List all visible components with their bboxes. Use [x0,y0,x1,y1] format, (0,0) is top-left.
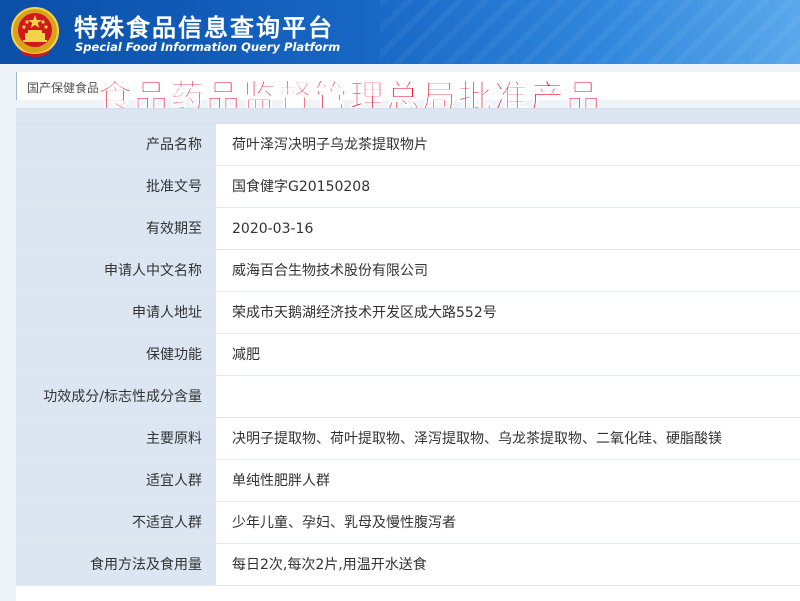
field-value: 荣成市天鹅湖经济技术开发区成大路552号 [216,292,800,333]
field-value: 国食健字G20150208 [216,166,800,207]
detail-row-functional-ingredients: 功效成分/标志性成分含量 [16,376,800,418]
field-label: 功效成分/标志性成分含量 [16,376,216,417]
detail-row-main-ingredients: 主要原料 决明子提取物、荷叶提取物、泽泻提取物、乌龙茶提取物、二氧化硅、硬脂酸镁 [16,418,800,460]
site-subtitle: Special Food Information Query Platform [75,40,341,54]
field-value [216,376,800,417]
field-label: 保健功能 [16,334,216,375]
field-value: 威海百合生物技术股份有限公司 [216,250,800,291]
breadcrumb[interactable]: 国产保健食品 [27,79,99,96]
field-label: 产品名称 [16,124,216,165]
detail-row-health-function: 保健功能 减肥 [16,334,800,376]
field-value: 决明子提取物、荷叶提取物、泽泻提取物、乌龙茶提取物、二氧化硅、硬脂酸镁 [216,418,800,459]
detail-row-valid-until: 有效期至 2020-03-16 [16,208,800,250]
header-pattern [380,0,800,64]
field-label: 有效期至 [16,208,216,249]
detail-row-approval-number: 批准文号 国食健字G20150208 [16,166,800,208]
detail-row-product-name: 产品名称 荷叶泽泻决明子乌龙茶提取物片 [16,124,800,166]
site-title: 特殊食品信息查询平台 [74,14,334,42]
panel-top-strip [16,109,800,124]
field-value: 每日2次,每次2片,用温开水送食 [216,544,800,585]
national-emblem-icon[interactable] [10,6,60,58]
field-label: 主要原料 [16,418,216,459]
field-value: 减肥 [216,334,800,375]
field-value: 少年儿童、孕妇、乳母及慢性腹泻者 [216,502,800,543]
field-label: 适宜人群 [16,460,216,501]
detail-row-suitable-population: 适宜人群 单纯性肥胖人群 [16,460,800,502]
field-label: 批准文号 [16,166,216,207]
site-header: 特殊食品信息查询平台 Special Food Information Quer… [0,0,800,64]
detail-row-dosage: 食用方法及食用量 每日2次,每次2片,用温开水送食 [16,544,800,586]
field-label: 食用方法及食用量 [16,544,216,585]
field-value: 单纯性肥胖人群 [216,460,800,501]
field-value: 2020-03-16 [216,208,800,249]
detail-row-applicant-name: 申请人中文名称 威海百合生物技术股份有限公司 [16,250,800,292]
detail-row-applicant-address: 申请人地址 荣成市天鹅湖经济技术开发区成大路552号 [16,292,800,334]
detail-row-unsuitable-population: 不适宜人群 少年儿童、孕妇、乳母及慢性腹泻者 [16,502,800,544]
field-label: 不适宜人群 [16,502,216,543]
product-detail-panel: 产品名称 荷叶泽泻决明子乌龙茶提取物片 批准文号 国食健字G20150208 有… [16,108,800,601]
field-label: 申请人中文名称 [16,250,216,291]
field-label: 申请人地址 [16,292,216,333]
field-value: 荷叶泽泻决明子乌龙茶提取物片 [216,124,800,165]
